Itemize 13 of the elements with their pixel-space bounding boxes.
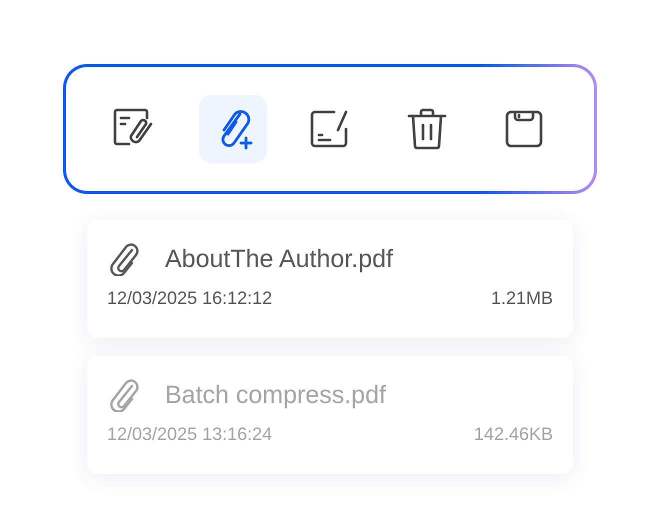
edit-box-icon xyxy=(310,109,350,149)
file-date: 12/03/2025 16:12:12 xyxy=(107,288,272,309)
file-name: Batch compress.pdf xyxy=(165,380,386,410)
save-icon xyxy=(505,110,543,148)
file-size: 1.21MB xyxy=(490,288,553,309)
file-date: 12/03/2025 13:16:24 xyxy=(107,424,272,445)
file-name: AboutThe Author.pdf xyxy=(165,244,393,274)
file-size: 142.46KB xyxy=(474,424,553,445)
toolbar-button[interactable] xyxy=(199,95,267,163)
file-card[interactable]: AboutThe Author.pdf 12/03/2025 16:12:12 1.21MB xyxy=(87,220,573,338)
paperclip-icon xyxy=(107,378,141,412)
trash-icon xyxy=(407,108,447,150)
paperclip-icon xyxy=(107,242,141,276)
